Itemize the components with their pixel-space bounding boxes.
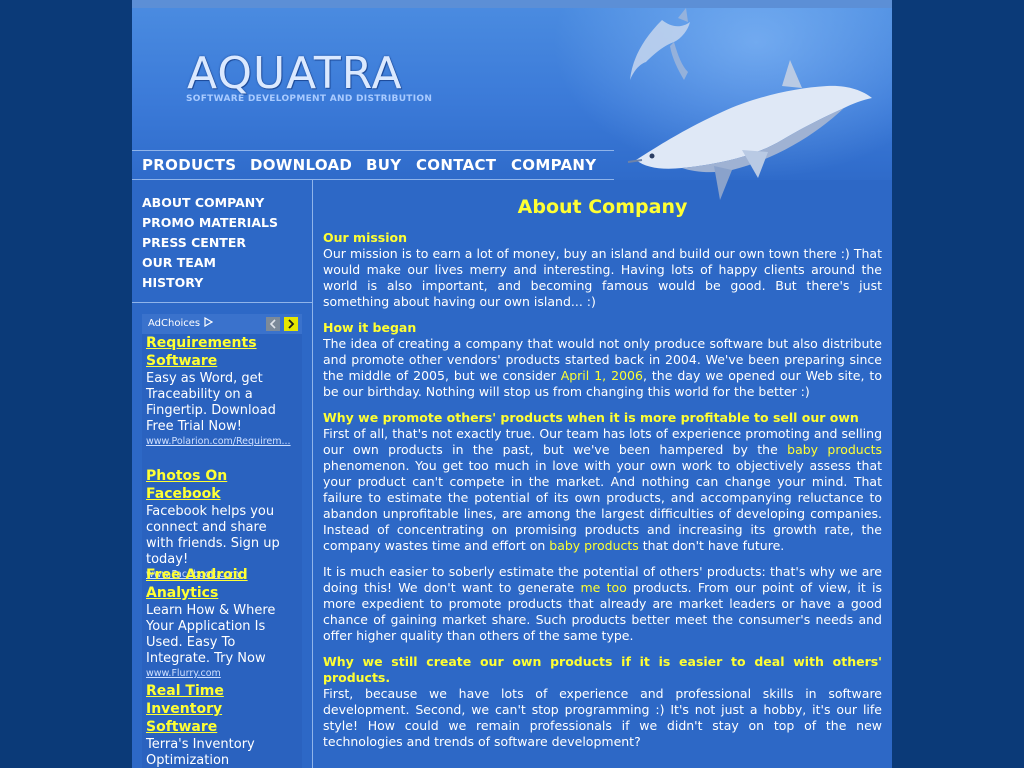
main-content: About Company Our mission Our mission is… bbox=[323, 180, 882, 768]
section-heading: Why we promote others' products when it … bbox=[323, 410, 859, 425]
ad-description: Terra's Inventory Optimization decreases… bbox=[146, 737, 255, 768]
section-text: It is much easier to soberly estimate th… bbox=[323, 564, 882, 644]
ad-title[interactable]: Photos On Facebook bbox=[146, 467, 298, 503]
topnav-download[interactable]: DOWNLOAD bbox=[250, 156, 352, 174]
ad-description: Facebook helps you connect and share wit… bbox=[146, 504, 280, 567]
ads-panel: AdChoices Requirements Software Easy as … bbox=[142, 314, 302, 768]
ad-description: Easy as Word, get Traceability on a Fing… bbox=[146, 371, 276, 434]
dolphin-small bbox=[630, 8, 690, 80]
section-text: First, because we have lots of experienc… bbox=[323, 686, 882, 749]
ad-title[interactable]: Free Android Analytics bbox=[146, 566, 298, 602]
section-text: Our mission is to earn a lot of money, b… bbox=[323, 246, 882, 309]
ad-description: Learn How & Where Your Application Is Us… bbox=[146, 603, 276, 666]
sidenav-history[interactable]: HISTORY bbox=[142, 275, 203, 290]
baby-products-link[interactable]: baby products bbox=[787, 442, 882, 457]
sidenav-promo-materials[interactable]: PROMO MATERIALS bbox=[142, 215, 278, 230]
baby-products-link[interactable]: baby products bbox=[549, 538, 639, 553]
site-tagline: SOFTWARE DEVELOPMENT AND DISTRIBUTION bbox=[186, 94, 433, 104]
topnav-products[interactable]: PRODUCTS bbox=[142, 156, 236, 174]
prev-arrow-icon[interactable] bbox=[266, 317, 280, 331]
ad-url[interactable]: www.Flurry.com bbox=[146, 668, 298, 679]
ad-item: Free Android Analytics Learn How & Where… bbox=[146, 566, 298, 679]
ad-item: Photos On Facebook Facebook helps you co… bbox=[146, 467, 298, 580]
ad-item: Real Time Inventory Software Terra's Inv… bbox=[146, 682, 298, 768]
section-heading: Our mission bbox=[323, 230, 408, 245]
site-logo[interactable]: AQUATRA bbox=[187, 48, 403, 99]
topnav-buy[interactable]: BUY bbox=[366, 156, 401, 174]
ad-url[interactable]: www.Polarion.com/Requirem... bbox=[146, 436, 298, 447]
sidenav-our-team[interactable]: OUR TEAM bbox=[142, 255, 216, 270]
dolphin-large bbox=[627, 60, 872, 200]
left-column: ABOUT COMPANY PROMO MATERIALS PRESS CENT… bbox=[132, 180, 313, 768]
adchoices-play-icon bbox=[204, 316, 214, 328]
section-heading: How it began bbox=[323, 320, 417, 335]
top-navigation: PRODUCTS DOWNLOAD BUY CONTACT COMPANY bbox=[132, 150, 614, 180]
ad-title[interactable]: Real Time Inventory Software bbox=[146, 682, 298, 736]
me-too-link[interactable]: me too bbox=[580, 580, 626, 595]
page-container: AQUATRA SOFTWARE DEVELOPMENT AND DISTRIB… bbox=[132, 0, 892, 768]
sidenav-press-center[interactable]: PRESS CENTER bbox=[142, 235, 246, 250]
sidenav-about-company[interactable]: ABOUT COMPANY bbox=[142, 195, 264, 210]
ad-item: Requirements Software Easy as Word, get … bbox=[146, 334, 298, 447]
section-text: The idea of creating a company that woul… bbox=[323, 336, 882, 400]
section-text: First of all, that's not exactly true. O… bbox=[323, 426, 882, 554]
text-span: that don't have future. bbox=[638, 538, 785, 553]
birthday-link[interactable]: April 1, 2006 bbox=[561, 368, 643, 383]
adchoices-text: AdChoices bbox=[148, 318, 201, 329]
page-title: About Company bbox=[517, 196, 688, 218]
side-navigation: ABOUT COMPANY PROMO MATERIALS PRESS CENT… bbox=[132, 180, 312, 303]
adchoices-label[interactable]: AdChoices bbox=[148, 316, 214, 329]
topnav-contact[interactable]: CONTACT bbox=[416, 156, 496, 174]
next-arrow-icon[interactable] bbox=[284, 317, 298, 331]
topnav-company[interactable]: COMPANY bbox=[511, 156, 596, 174]
adchoices-bar: AdChoices bbox=[142, 314, 302, 334]
ad-title[interactable]: Requirements Software bbox=[146, 334, 298, 370]
section-heading: Why we still create our own products if … bbox=[323, 654, 882, 685]
